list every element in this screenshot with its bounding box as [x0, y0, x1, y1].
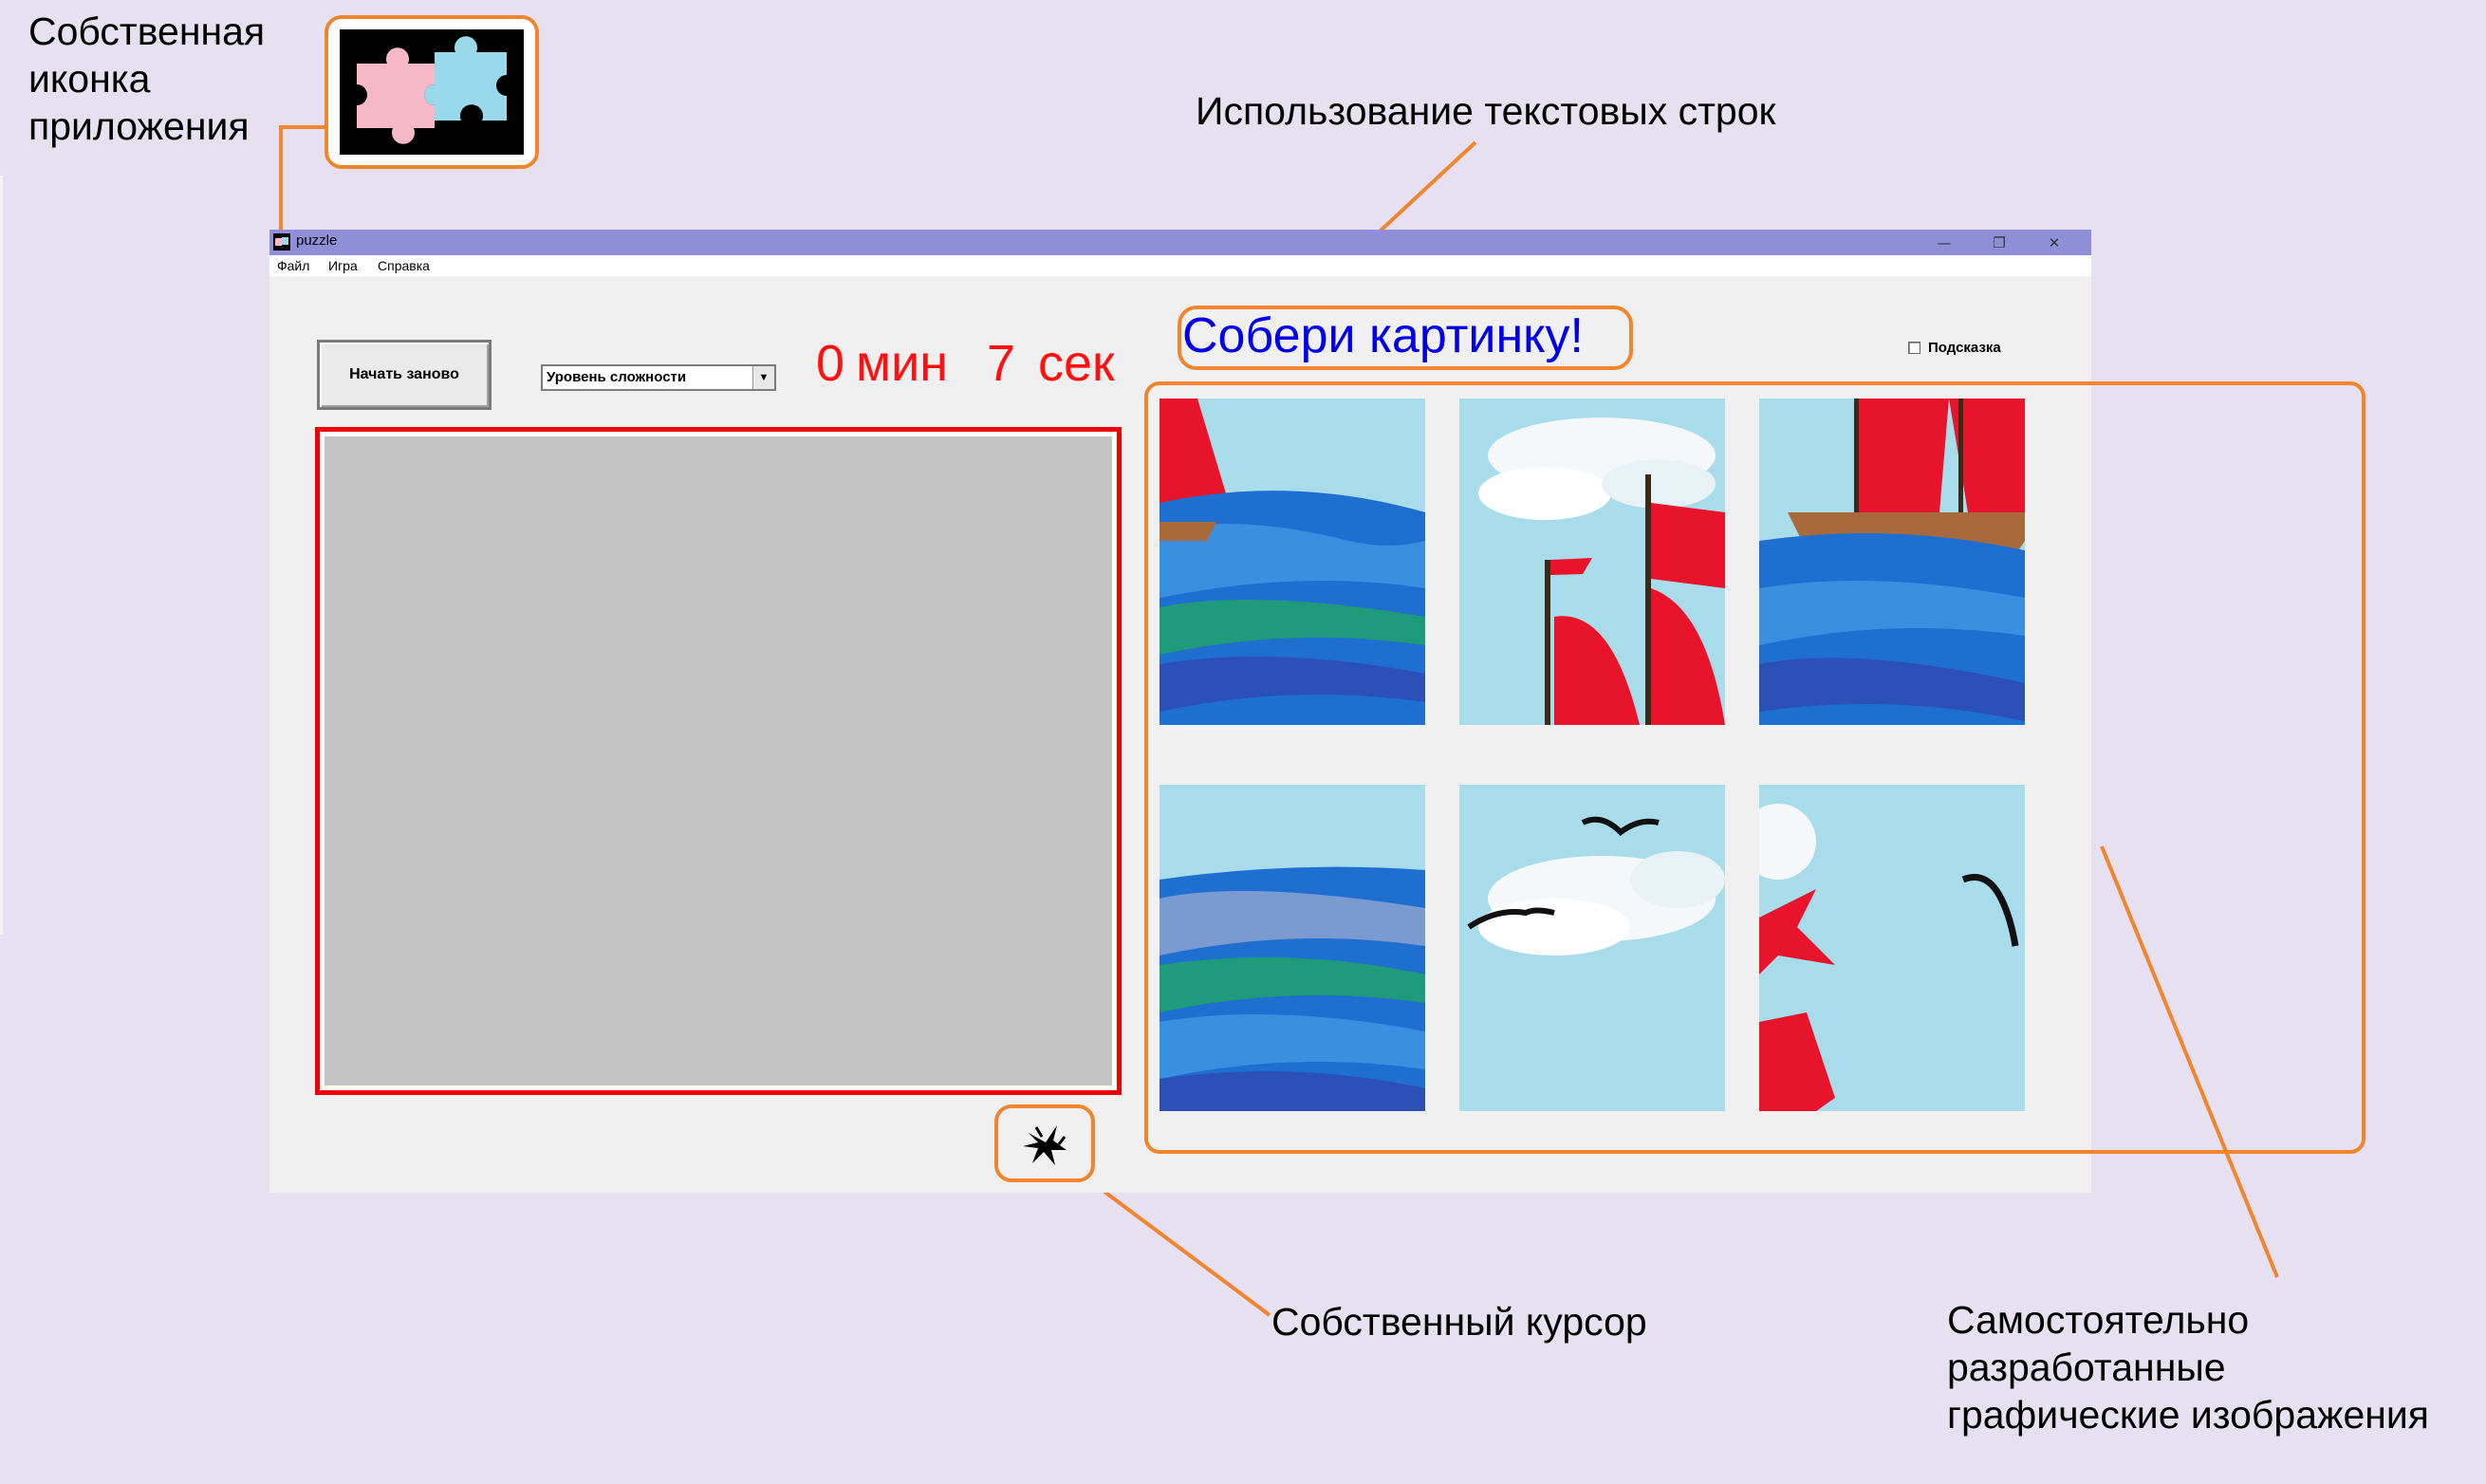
assembly-area[interactable] [325, 436, 1112, 1085]
hint-label: Подсказка [1928, 340, 2001, 356]
connector-app-icon [279, 125, 325, 230]
menu-game[interactable]: Игра [328, 258, 358, 273]
ship-sail-left-tile [1160, 399, 1425, 725]
minimize-icon[interactable]: — [1917, 230, 1972, 255]
app-window: puzzle — ❐ ✕ Файл Игра Справка Начать за… [269, 230, 2365, 1193]
puzzle-tile[interactable] [1459, 785, 1725, 1111]
chevron-down-icon[interactable]: ▼ [752, 366, 774, 389]
sail-gull-tile [1759, 785, 2025, 1111]
hint-checkbox[interactable]: Подсказка [1908, 340, 2001, 356]
puzzle-tile[interactable] [1759, 785, 2025, 1111]
menu-help[interactable]: Справка [378, 258, 430, 273]
waves-tile [1160, 785, 1425, 1111]
restart-button[interactable]: Начать заново [317, 340, 492, 410]
restore-icon[interactable]: ❐ [1972, 230, 2027, 255]
page-title: Собери картинку! [1182, 308, 1584, 363]
difficulty-select[interactable]: Уровень сложности ▼ [541, 364, 776, 391]
timer-seconds: 7 [987, 335, 1016, 392]
cursor-callout [994, 1104, 1095, 1182]
timer-minutes: 0 [816, 335, 845, 392]
assembly-field[interactable] [315, 427, 1122, 1095]
timer-min-unit: мин [856, 335, 949, 392]
menu-file[interactable]: Файл [277, 258, 309, 273]
puzzle-tile[interactable] [1459, 399, 1725, 725]
timer-sec-unit: сек [1038, 335, 1115, 392]
title-bar: puzzle — ❐ ✕ [269, 230, 2091, 255]
cursor-icon [1023, 1125, 1067, 1165]
clouds-flag-tile [1459, 399, 1725, 725]
ship-deck-tile [1759, 399, 2025, 725]
puzzle-tile[interactable] [1160, 785, 1425, 1111]
checkbox-icon[interactable] [1908, 342, 1920, 354]
connector-cursor [1087, 1178, 1271, 1317]
puzzle-tile[interactable] [1160, 399, 1425, 725]
close-icon[interactable]: ✕ [2027, 230, 2082, 255]
clouds-gulls-tile [1459, 785, 1725, 1111]
puzzle-tile[interactable] [1759, 399, 2025, 725]
difficulty-value: Уровень сложности [547, 369, 687, 385]
app-icon [273, 233, 290, 250]
window-title: puzzle [296, 232, 338, 249]
menu-bar: Файл Игра Справка [269, 255, 2091, 276]
